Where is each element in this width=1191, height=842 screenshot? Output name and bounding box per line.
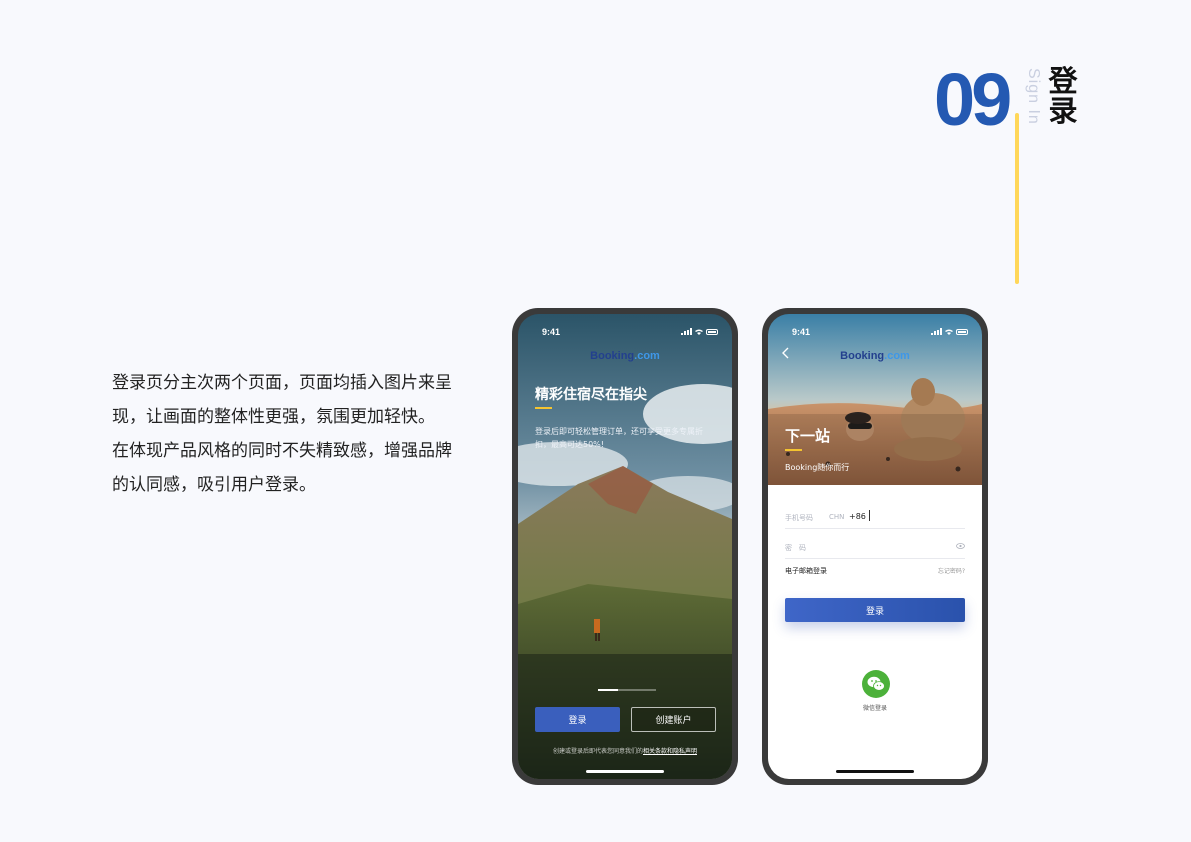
phone-mockup-welcome: 9:41 Booking.com 精彩住宿尽在指尖 登录后即可轻松管理订单，还可…	[512, 308, 738, 785]
country-code: +86	[849, 512, 866, 521]
battery-icon	[956, 328, 968, 335]
country-selector[interactable]: CHN	[829, 513, 844, 521]
password-label: 密 码	[785, 544, 806, 552]
wechat-icon	[867, 676, 885, 691]
terms-link[interactable]: 相关条款和隐私声明	[643, 748, 697, 755]
section-title-en: Sign In	[1025, 68, 1042, 125]
signal-icon	[931, 328, 942, 335]
login-hero-title: 下一站	[785, 427, 831, 445]
login-hero-subtitle: Booking随你而行	[785, 463, 850, 472]
brand-logo: Booking.com	[518, 350, 732, 362]
brand-logo: Booking.com	[768, 350, 982, 362]
accent-line	[1015, 113, 1019, 284]
brand-logo-name: Booking	[590, 350, 635, 362]
status-bar: 9:41	[786, 327, 968, 339]
description-paragraph-2: 在体现产品风格的同时不失精致感，增强品牌的认同感，吸引用户登录。	[112, 441, 452, 495]
brand-logo-suffix: .com	[634, 350, 660, 362]
login-button[interactable]: 登录	[785, 598, 965, 622]
status-bar: 9:41	[536, 327, 718, 339]
forgot-password-link[interactable]: 忘记密码?	[938, 566, 965, 575]
carousel-indicator[interactable]	[598, 689, 656, 691]
carousel-indicator-active	[598, 689, 618, 691]
welcome-title: 精彩住宿尽在指尖	[535, 387, 647, 403]
welcome-subtitle: 登录后即可轻松管理订单，还可享受更多专属折扣，最高可达50%!	[535, 427, 703, 449]
welcome-screen: 9:41 Booking.com 精彩住宿尽在指尖 登录后即可轻松管理订单，还可…	[518, 314, 732, 779]
title-underline	[535, 407, 552, 409]
description: 登录页分主次两个页面，页面均插入图片来呈现，让画面的整体性更强，氛围更加轻快。 …	[112, 366, 462, 502]
home-indicator	[586, 770, 664, 773]
phone-mockup-login: 9:41 Booking.com 下一站 Booking随你而行 手机号码 CH…	[762, 308, 988, 785]
brand-logo-suffix: .com	[884, 350, 910, 362]
section-title-cn: 登 录	[1047, 66, 1079, 126]
eye-icon[interactable]	[956, 543, 965, 549]
section-title-char-1: 登	[1048, 64, 1078, 98]
title-underline	[785, 449, 802, 451]
wechat-login-button[interactable]	[862, 670, 890, 698]
status-time: 9:41	[792, 327, 811, 337]
wechat-login-label: 微信登录	[862, 705, 887, 712]
terms-notice: 创建或登录后即代表您同意我们的相关条款和隐私声明	[518, 746, 732, 755]
home-indicator	[836, 770, 914, 773]
login-screen: 9:41 Booking.com 下一站 Booking随你而行 手机号码 CH…	[768, 314, 982, 779]
phone-number-field[interactable]: 手机号码 CHN +86	[785, 506, 965, 529]
terms-text: 创建或登录后即代表您同意我们的	[552, 748, 643, 755]
email-login-link[interactable]: 电子邮箱登录	[785, 566, 827, 576]
phone-number-label: 手机号码	[785, 514, 813, 522]
wifi-icon	[695, 329, 703, 335]
create-account-button[interactable]: 创建账户	[631, 707, 716, 732]
desert-camel-image	[768, 314, 982, 485]
brand-logo-name: Booking	[840, 350, 885, 362]
signal-icon	[681, 328, 692, 335]
login-button[interactable]: 登录	[535, 707, 620, 732]
password-field[interactable]: 密 码	[785, 536, 965, 559]
status-time: 9:41	[542, 327, 561, 337]
header-image: 9:41 Booking.com 下一站 Booking随你而行	[768, 314, 982, 485]
battery-icon	[706, 328, 718, 335]
text-cursor	[869, 510, 870, 521]
login-form: 手机号码 CHN +86 密 码 电子邮箱登录 忘记密码? 登录 微信登录	[768, 485, 982, 779]
wifi-icon	[945, 329, 953, 335]
section-title-char-2: 录	[1048, 94, 1078, 128]
description-paragraph-1: 登录页分主次两个页面，页面均插入图片来呈现，让画面的整体性更强，氛围更加轻快。	[112, 373, 452, 427]
section-number: 09	[934, 58, 1012, 141]
